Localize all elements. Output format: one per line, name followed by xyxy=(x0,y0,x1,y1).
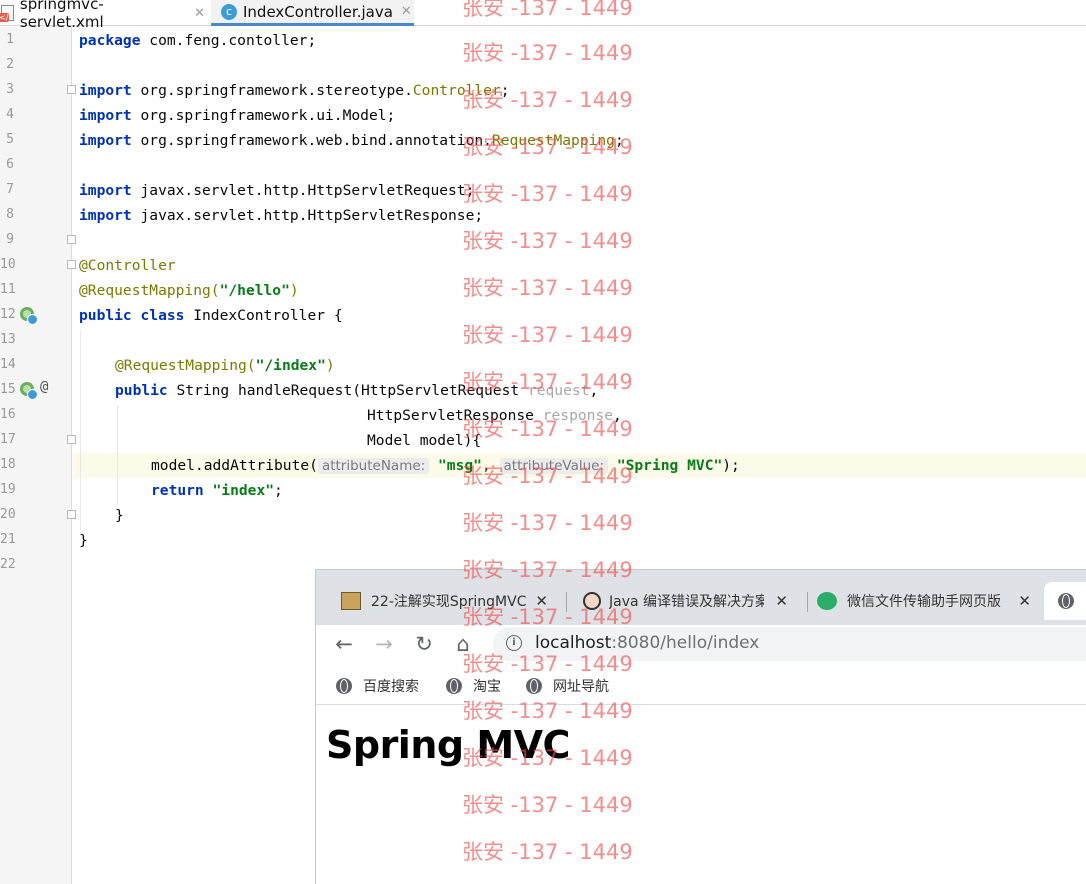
globe-icon xyxy=(446,678,462,694)
indent-guide xyxy=(117,405,118,505)
back-button[interactable]: ← xyxy=(331,631,357,657)
line-number: 12 xyxy=(0,307,16,322)
code-line: import javax.servlet.http.HttpServletReq… xyxy=(79,182,475,199)
editor-tab-bar: </ springmvc-servlet.xml ✕ c IndexContro… xyxy=(0,0,1086,31)
code-line: } xyxy=(79,532,88,549)
browser-toolbar: ← → ↻ ⌂ i localhost:8080/hello/index xyxy=(316,625,1086,665)
line-number: 20 xyxy=(0,507,16,522)
line-number: 10 xyxy=(0,257,16,272)
wechat-favicon-icon xyxy=(817,592,837,610)
line-number: 15 xyxy=(0,382,16,397)
editor-gutter: 1 2 3 4 5 6 7 8 9 10 11 12 13 14 15 16 1… xyxy=(0,27,76,884)
indent-guide xyxy=(80,330,81,530)
fold-marker-icon[interactable] xyxy=(67,435,76,444)
image-favicon-icon xyxy=(341,592,361,610)
code-line: import javax.servlet.http.HttpServletRes… xyxy=(79,207,484,224)
java-class-icon: c xyxy=(221,3,237,20)
browser-tab[interactable]: 22-注解实现SpringMVC ✕ xyxy=(316,582,554,620)
browser-window: 22-注解实现SpringMVC ✕ Java 编译错误及解决方案 ✕ 微信文件… xyxy=(315,569,1086,884)
code-line: public String handleRequest(HttpServletR… xyxy=(115,382,599,399)
line-number: 1 xyxy=(6,32,14,47)
globe-icon xyxy=(1058,593,1074,609)
fold-marker-icon[interactable] xyxy=(67,85,76,94)
line-number: 17 xyxy=(0,432,16,447)
line-number: 13 xyxy=(0,332,16,347)
tab-separator xyxy=(566,592,567,612)
code-line: @RequestMapping("/hello") xyxy=(79,282,299,299)
spring-bean-icon[interactable] xyxy=(20,307,38,325)
line-number: 18 xyxy=(0,457,16,472)
annotation-marker-icon[interactable]: @ xyxy=(40,379,48,395)
fold-marker-icon[interactable] xyxy=(67,510,76,519)
line-number: 14 xyxy=(0,357,16,372)
bookmark-item[interactable]: 百度搜索 xyxy=(336,676,419,696)
site-info-icon[interactable]: i xyxy=(506,635,522,651)
url-text: localhost:8080/hello/index xyxy=(535,633,760,653)
parameter-hint: attributeValue: xyxy=(499,458,609,474)
tab-label: IndexController.java xyxy=(243,2,393,21)
code-line: HttpServletResponse response, xyxy=(367,407,622,424)
line-number: 2 xyxy=(6,57,14,72)
bookmarks-bar: 百度搜索 淘宝 网址导航 xyxy=(316,665,1086,705)
code-line: } xyxy=(115,507,124,524)
fold-marker-icon[interactable] xyxy=(67,235,76,244)
globe-icon xyxy=(526,678,542,694)
code-line-current: model.addAttribute(attributeName: "msg",… xyxy=(151,457,740,474)
reload-button[interactable]: ↻ xyxy=(411,631,437,657)
browser-tab-active[interactable] xyxy=(1044,582,1086,620)
code-line: package com.feng.contoller; xyxy=(79,32,317,49)
watermark-text: 张安 -137 - 1449 xyxy=(462,182,633,206)
line-number: 22 xyxy=(0,557,16,572)
watermark-text: 张安 -137 - 1449 xyxy=(462,41,633,65)
close-icon[interactable]: ✕ xyxy=(194,6,205,21)
globe-icon xyxy=(336,678,352,694)
watermark-text: 张安 -137 - 1449 xyxy=(462,511,633,535)
watermark-text: 张安 -137 - 1449 xyxy=(462,276,633,300)
line-number: 3 xyxy=(6,82,14,97)
tab-close-icon[interactable]: ✕ xyxy=(775,592,788,610)
code-line: import org.springframework.stereotype.Co… xyxy=(79,82,510,99)
bookmark-item[interactable]: 网址导航 xyxy=(526,676,609,696)
code-line: import org.springframework.ui.Model; xyxy=(79,107,396,124)
tab-springmvc-servlet-xml[interactable]: </ springmvc-servlet.xml ✕ xyxy=(0,0,205,31)
avatar-favicon-icon xyxy=(583,592,601,610)
fold-marker-icon[interactable] xyxy=(67,260,76,269)
spring-request-mapping-icon[interactable] xyxy=(20,382,38,400)
code-line: @Controller xyxy=(79,257,176,274)
code-line: @RequestMapping("/index") xyxy=(115,357,335,374)
page-heading: Spring MVC xyxy=(326,723,570,767)
line-number: 6 xyxy=(6,157,14,172)
close-icon[interactable]: ✕ xyxy=(401,4,412,19)
line-number: 19 xyxy=(0,482,16,497)
line-number: 8 xyxy=(6,207,14,222)
line-number: 16 xyxy=(0,407,16,422)
home-button[interactable]: ⌂ xyxy=(450,631,476,657)
browser-tab-strip: 22-注解实现SpringMVC ✕ Java 编译错误及解决方案 ✕ 微信文件… xyxy=(316,570,1086,625)
parameter-hint: attributeName: xyxy=(317,458,430,474)
tab-close-icon[interactable]: ✕ xyxy=(535,592,548,610)
bookmark-item[interactable]: 淘宝 xyxy=(446,676,501,696)
line-number: 11 xyxy=(0,282,16,297)
watermark-text: 张安 -137 - 1449 xyxy=(462,229,633,253)
line-number: 21 xyxy=(0,532,16,547)
code-line: public class IndexController { xyxy=(79,307,343,324)
xml-file-icon: </ xyxy=(0,5,14,22)
line-number: 5 xyxy=(6,132,14,147)
tab-separator xyxy=(807,592,808,612)
browser-tab[interactable]: Java 编译错误及解决方案 ✕ xyxy=(568,582,794,620)
address-bar[interactable]: i localhost:8080/hello/index xyxy=(493,627,1086,661)
line-number: 4 xyxy=(6,107,14,122)
page-content: Spring MVC xyxy=(316,705,1086,884)
code-line: Model model){ xyxy=(367,432,482,449)
code-line: return "index"; xyxy=(151,482,283,499)
tab-index-controller-java[interactable]: c IndexController.java ✕ xyxy=(211,0,414,26)
line-number: 7 xyxy=(6,182,14,197)
line-number: 9 xyxy=(6,232,14,247)
tab-close-icon[interactable]: ✕ xyxy=(1018,592,1031,610)
forward-button[interactable]: → xyxy=(371,631,397,657)
watermark-text: 张安 -137 - 1449 xyxy=(462,323,633,347)
code-line: import org.springframework.web.bind.anno… xyxy=(79,132,624,149)
browser-tab[interactable]: 微信文件传输助手网页版 ✕ xyxy=(809,582,1037,620)
